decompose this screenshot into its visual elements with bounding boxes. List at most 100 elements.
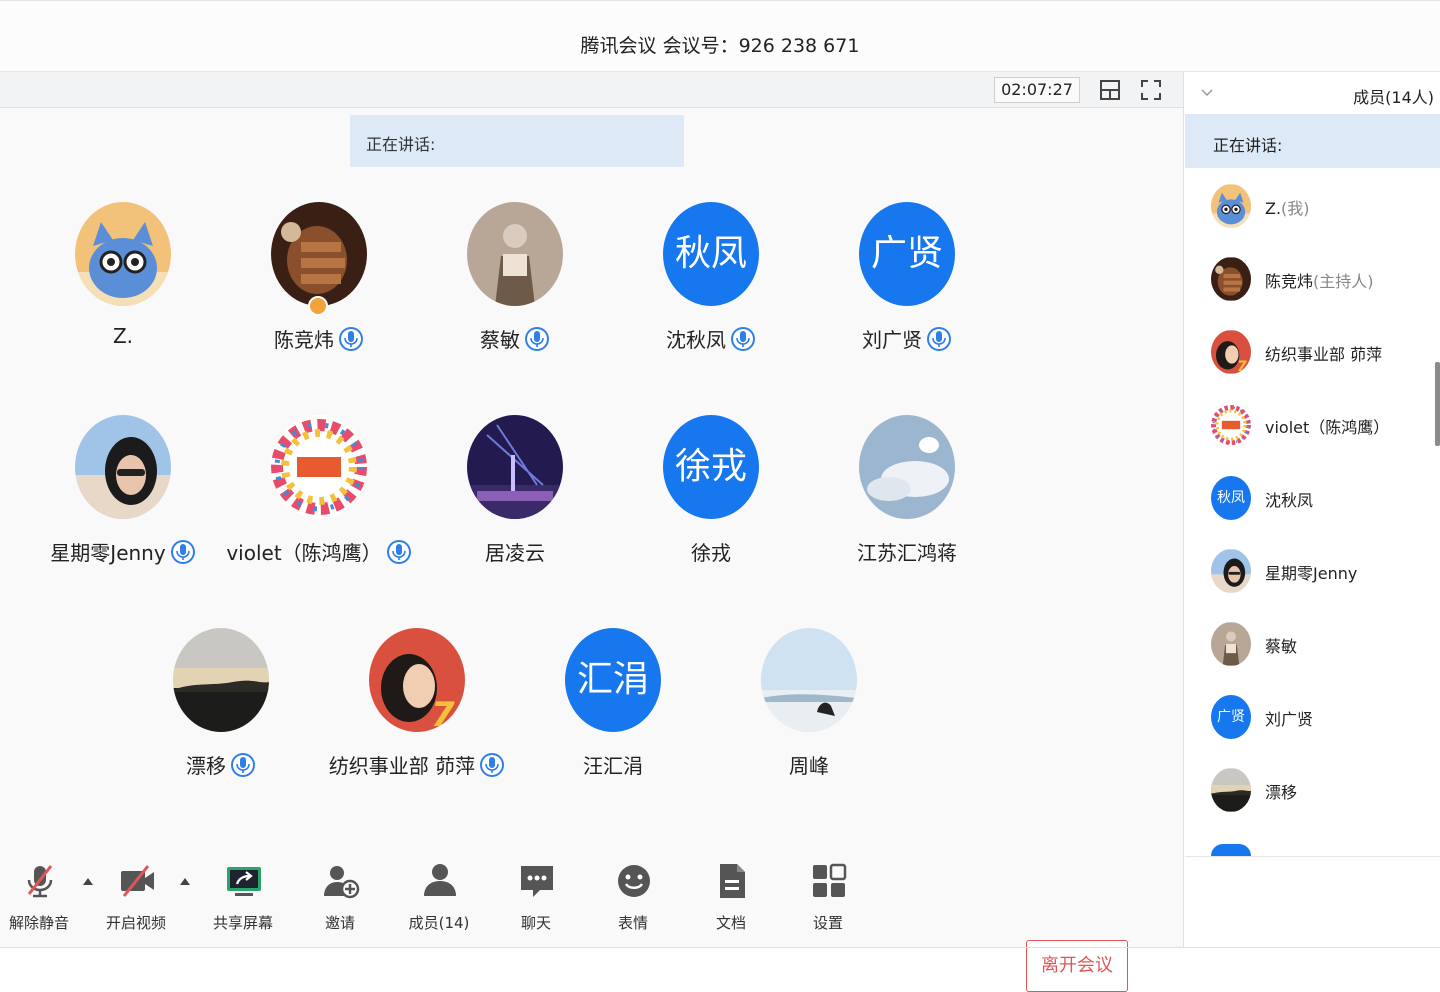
participant-tile[interactable]: 徐戎 徐戎 bbox=[613, 415, 809, 595]
participant-avatar: 秋凤 bbox=[663, 202, 759, 306]
participant-avatar bbox=[859, 415, 955, 519]
document-label: 文档 bbox=[715, 914, 746, 932]
member-role: (我) bbox=[1281, 199, 1310, 218]
participant-tile[interactable]: 周峰 bbox=[711, 628, 907, 808]
member-list-item[interactable]: 广贤 刘广贤 bbox=[1185, 687, 1440, 747]
participant-tile[interactable]: 汇涓 汪汇涓 bbox=[515, 628, 711, 808]
participant-avatar bbox=[761, 628, 857, 732]
participant-tile[interactable]: Z. bbox=[25, 202, 221, 382]
member-list-item[interactable]: 陈竞炜(主持人) bbox=[1185, 249, 1440, 309]
member-name: Z. bbox=[1265, 199, 1282, 218]
participant-avatar: 7 bbox=[369, 628, 465, 732]
member-avatar: 7 bbox=[1211, 330, 1251, 374]
participant-tile[interactable]: 7 纺织事业部 茆萍 bbox=[319, 628, 515, 808]
participant-tile[interactable]: 居凌云 bbox=[417, 415, 613, 595]
stage-topbar: 02:07:27 bbox=[0, 72, 1183, 108]
member-name: 陈竞炜 bbox=[1265, 272, 1314, 291]
host-badge-icon bbox=[308, 296, 328, 316]
window-bottom-border bbox=[0, 947, 1440, 948]
start-video-button[interactable]: 开启视频 bbox=[93, 850, 179, 948]
emoji-button[interactable]: 表情 bbox=[590, 850, 676, 948]
mic-on-icon bbox=[524, 326, 550, 352]
video-off-icon bbox=[121, 865, 154, 897]
participant-name: 江苏汇鸿蒋 bbox=[857, 541, 957, 565]
member-name: violet（陈鸿鹰） bbox=[1265, 418, 1390, 437]
mic-on-icon bbox=[230, 752, 256, 778]
invite-label: 邀请 bbox=[324, 914, 355, 932]
chat-button[interactable]: 聊天 bbox=[493, 850, 579, 948]
participant-tile[interactable]: 陈竞炜 bbox=[221, 202, 417, 382]
participant-tile[interactable]: violet（陈鸿鹰） bbox=[221, 415, 417, 595]
participant-name: 汪汇涓 bbox=[583, 754, 643, 778]
participant-name: 纺织事业部 茆萍 bbox=[328, 754, 476, 778]
participant-name: 沈秋凤 bbox=[666, 328, 726, 352]
participant-name-row: 江苏汇鸿蒋 bbox=[769, 537, 1045, 566]
member-avatar bbox=[1211, 622, 1251, 666]
unmute-button[interactable]: 解除静音 bbox=[0, 850, 82, 948]
member-name: 刘广贤 bbox=[1265, 710, 1314, 729]
participant-tile[interactable]: 江苏汇鸿蒋 bbox=[809, 415, 1005, 595]
member-list-item[interactable]: 7 纺织事业部 茆萍 bbox=[1185, 322, 1440, 382]
member-list-item[interactable]: violet（陈鸿鹰） bbox=[1185, 395, 1440, 455]
share-screen-button[interactable]: 共享屏幕 bbox=[200, 850, 286, 948]
layout-icon[interactable] bbox=[1098, 78, 1122, 102]
sidebar-speaking-indicator: 正在讲话: bbox=[1185, 114, 1440, 168]
mic-muted-icon bbox=[27, 865, 53, 898]
settings-button[interactable]: 设置 bbox=[785, 850, 871, 948]
settings-label: 设置 bbox=[812, 914, 843, 932]
participant-name-row: 刘广贤 bbox=[769, 324, 1045, 353]
participant-avatar bbox=[467, 202, 563, 306]
document-icon bbox=[720, 864, 745, 898]
participant-tile[interactable]: 星期零Jenny bbox=[25, 415, 221, 595]
start-video-label: 开启视频 bbox=[105, 914, 166, 932]
participant-avatar bbox=[173, 628, 269, 732]
document-button[interactable]: 文档 bbox=[688, 850, 774, 948]
member-avatar bbox=[1211, 549, 1251, 593]
invite-icon bbox=[324, 866, 360, 899]
member-list-item[interactable]: 秋凤 沈秋凤 bbox=[1185, 468, 1440, 528]
unmute-label: 解除静音 bbox=[8, 914, 69, 932]
participant-tile[interactable]: 漂移 bbox=[123, 628, 319, 808]
member-list-scrollbar[interactable] bbox=[1435, 362, 1440, 446]
participant-tile[interactable]: 秋凤 沈秋凤 bbox=[613, 202, 809, 382]
video-options-caret-icon[interactable] bbox=[179, 876, 191, 886]
member-name-row: 蔡敏 bbox=[1265, 633, 1297, 657]
member-name: 蔡敏 bbox=[1265, 637, 1298, 656]
member-list-item[interactable]: Z.(我) bbox=[1185, 176, 1440, 236]
fullscreen-icon[interactable] bbox=[1139, 78, 1163, 102]
participant-tile[interactable]: 蔡敏 bbox=[417, 202, 613, 382]
meeting-title: 腾讯会议 会议号：926 238 671 bbox=[580, 35, 860, 57]
member-name-row: 沈秋凤 bbox=[1265, 487, 1313, 511]
emoji-label: 表情 bbox=[617, 914, 648, 932]
mic-on-icon bbox=[338, 326, 364, 352]
emoji-icon bbox=[618, 865, 650, 897]
member-list-item[interactable]: 星期零Jenny bbox=[1185, 541, 1440, 601]
member-role: (主持人) bbox=[1313, 272, 1374, 291]
sidebar-speaking-label: 正在讲话: bbox=[1213, 136, 1283, 155]
participant-name: 蔡敏 bbox=[480, 328, 520, 352]
member-name-row: 刘广贤 bbox=[1265, 706, 1313, 730]
chevron-down-icon[interactable] bbox=[1201, 89, 1213, 97]
bottom-toolbar: 解除静音 开启视频 共享屏幕 邀请 成员(14) 聊天 表情 文档 设置 离开会… bbox=[0, 850, 1183, 992]
participant-name: 徐戎 bbox=[691, 541, 731, 565]
member-name-row: 漂移 bbox=[1265, 779, 1297, 803]
mic-on-icon bbox=[926, 326, 952, 352]
member-avatar bbox=[1211, 184, 1251, 228]
participant-avatar bbox=[75, 202, 171, 306]
participant-name: 陈竞炜 bbox=[274, 328, 334, 352]
participant-name: 星期零Jenny bbox=[50, 541, 166, 565]
participant-name: 居凌云 bbox=[485, 541, 545, 565]
member-avatar bbox=[1211, 403, 1251, 447]
member-name-row: 纺织事业部 茆萍 bbox=[1265, 341, 1382, 365]
member-name-row: violet（陈鸿鹰） bbox=[1265, 414, 1389, 438]
sidebar-header: 成员(14人) bbox=[1185, 72, 1440, 114]
participant-tile[interactable]: 广贤 刘广贤 bbox=[809, 202, 1005, 382]
member-name: 星期零Jenny bbox=[1265, 564, 1358, 583]
participant-avatar: 徐戎 bbox=[663, 415, 759, 519]
member-list-item[interactable]: 蔡敏 bbox=[1185, 614, 1440, 674]
invite-button[interactable]: 邀请 bbox=[297, 850, 383, 948]
members-button[interactable]: 成员(14) bbox=[396, 850, 482, 948]
speaking-indicator: 正在讲话: bbox=[350, 115, 684, 167]
member-list-item[interactable]: 漂移 bbox=[1185, 760, 1440, 820]
members-icon bbox=[424, 864, 456, 896]
